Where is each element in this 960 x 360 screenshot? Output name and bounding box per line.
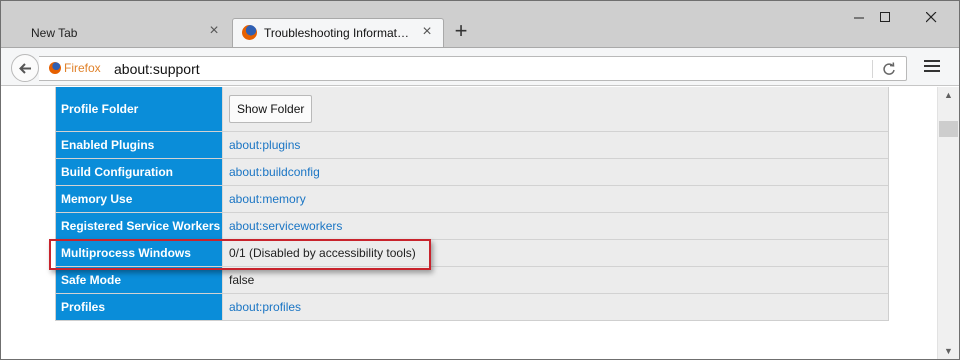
row-key: Registered Service Workers <box>56 213 222 239</box>
row-key: Build Configuration <box>56 159 222 185</box>
close-icon[interactable]: × <box>420 24 434 40</box>
tab-title: Troubleshooting Informat… <box>264 26 409 40</box>
row-value: about:memory <box>222 186 888 212</box>
memory-link[interactable]: about:memory <box>229 192 306 206</box>
row-key: Memory Use <box>56 186 222 212</box>
close-icon[interactable]: × <box>207 23 221 39</box>
firefox-icon <box>49 62 61 74</box>
table-row: Multiprocess Windows 0/1 (Disabled by ac… <box>56 239 888 266</box>
browser-window: New Tab × Troubleshooting Informat… × + … <box>0 0 960 360</box>
plus-icon[interactable]: + <box>451 20 471 42</box>
navigation-bar: Firefox about:support <box>1 47 959 86</box>
vertical-scrollbar[interactable]: ▲ ▼ <box>937 87 959 359</box>
row-key: Enabled Plugins <box>56 132 222 158</box>
show-folder-button[interactable]: Show Folder <box>229 95 313 123</box>
tab-new-tab[interactable]: New Tab × <box>5 18 231 47</box>
back-arrow-icon[interactable] <box>11 54 39 82</box>
table-row: Registered Service Workers about:service… <box>56 212 888 239</box>
row-key: Profile Folder <box>56 87 222 131</box>
row-value: Show Folder <box>222 87 888 131</box>
reload-icon[interactable] <box>879 60 899 78</box>
table-row: Build Configuration about:buildconfig <box>56 158 888 185</box>
plugins-link[interactable]: about:plugins <box>229 138 300 152</box>
application-basics-table: Profile Folder Show Folder Enabled Plugi… <box>55 87 889 321</box>
row-value: about:plugins <box>222 132 888 158</box>
hamburger-menu-icon[interactable] <box>921 58 943 78</box>
scrollbar-thumb[interactable] <box>939 121 958 137</box>
row-key: Multiprocess Windows <box>56 240 222 266</box>
tab-title: New Tab <box>31 26 78 40</box>
table-row: Profiles about:profiles <box>56 293 888 320</box>
tab-bar: New Tab × Troubleshooting Informat… × + <box>1 1 959 47</box>
page-content: Profile Folder Show Folder Enabled Plugi… <box>1 87 937 359</box>
scroll-up-arrow-icon[interactable]: ▲ <box>941 89 956 101</box>
row-value: 0/1 (Disabled by accessibility tools) <box>222 240 888 266</box>
row-key: Profiles <box>56 294 222 320</box>
table-row: Safe Mode false <box>56 266 888 293</box>
maximize-icon[interactable] <box>865 3 905 31</box>
url-text[interactable]: about:support <box>114 61 200 77</box>
url-separator <box>872 60 873 78</box>
url-bar[interactable]: Firefox about:support <box>39 56 907 81</box>
table-row: Profile Folder Show Folder <box>56 87 888 131</box>
row-value: about:buildconfig <box>222 159 888 185</box>
buildconfig-link[interactable]: about:buildconfig <box>229 165 320 179</box>
identity-box[interactable]: Firefox <box>49 61 101 77</box>
serviceworkers-link[interactable]: about:serviceworkers <box>229 219 342 233</box>
identity-label: Firefox <box>64 61 101 75</box>
tab-troubleshooting[interactable]: Troubleshooting Informat… × <box>232 18 444 47</box>
profiles-link[interactable]: about:profiles <box>229 300 301 314</box>
row-value: about:serviceworkers <box>222 213 888 239</box>
scroll-down-arrow-icon[interactable]: ▼ <box>941 345 956 357</box>
table-row: Enabled Plugins about:plugins <box>56 131 888 158</box>
row-value: about:profiles <box>222 294 888 320</box>
row-key: Safe Mode <box>56 267 222 293</box>
row-value: false <box>222 267 888 293</box>
table-row: Memory Use about:memory <box>56 185 888 212</box>
firefox-icon <box>242 25 257 40</box>
close-icon[interactable] <box>911 3 951 31</box>
